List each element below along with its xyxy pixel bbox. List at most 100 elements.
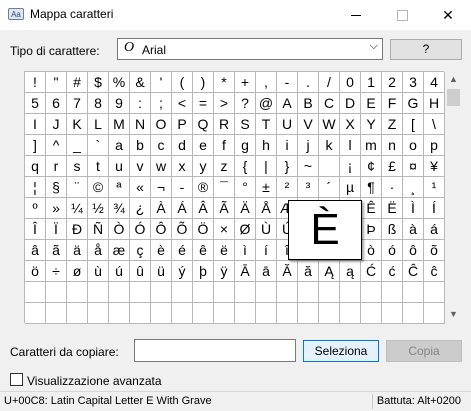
- char-cell[interactable]: U: [277, 114, 298, 135]
- char-cell[interactable]: \: [424, 114, 445, 135]
- char-cell[interactable]: ÷: [46, 261, 67, 282]
- char-cell[interactable]: ·: [382, 177, 403, 198]
- char-cell[interactable]: Ø: [235, 219, 256, 240]
- char-cell[interactable]: Þ: [361, 219, 382, 240]
- char-cell[interactable]: B: [298, 93, 319, 114]
- char-cell[interactable]: 1: [361, 72, 382, 93]
- char-cell[interactable]: ¹: [424, 177, 445, 198]
- char-cell[interactable]: @: [256, 93, 277, 114]
- char-cell[interactable]: ±: [256, 177, 277, 198]
- char-cell[interactable]: ¡: [340, 156, 361, 177]
- char-cell[interactable]: ²: [277, 177, 298, 198]
- char-cell[interactable]: Ã: [214, 198, 235, 219]
- char-cell[interactable]: ë: [214, 240, 235, 261]
- char-cell[interactable]: [256, 282, 277, 303]
- char-cell[interactable]: [361, 282, 382, 303]
- char-cell[interactable]: Ĉ: [403, 261, 424, 282]
- char-cell[interactable]: æ: [109, 240, 130, 261]
- char-cell[interactable]: ĉ: [424, 261, 445, 282]
- char-cell[interactable]: þ: [193, 261, 214, 282]
- char-cell[interactable]: W: [319, 114, 340, 135]
- char-cell[interactable]: -: [277, 72, 298, 93]
- char-cell[interactable]: u: [109, 156, 130, 177]
- char-cell[interactable]: [298, 303, 319, 324]
- char-cell[interactable]: ą: [340, 261, 361, 282]
- char-cell[interactable]: |: [256, 156, 277, 177]
- char-cell[interactable]: [403, 303, 424, 324]
- char-cell[interactable]: (: [172, 72, 193, 93]
- char-cell[interactable]: ×: [214, 219, 235, 240]
- char-cell[interactable]: Z: [382, 114, 403, 135]
- char-cell[interactable]: G: [403, 93, 424, 114]
- char-cell[interactable]: ê: [193, 240, 214, 261]
- char-cell[interactable]: [193, 282, 214, 303]
- char-cell[interactable]: L: [88, 114, 109, 135]
- char-cell[interactable]: [382, 282, 403, 303]
- char-cell[interactable]: [88, 303, 109, 324]
- char-cell[interactable]: ): [193, 72, 214, 93]
- char-cell[interactable]: Q: [193, 114, 214, 135]
- char-cell[interactable]: 8: [88, 93, 109, 114]
- char-cell[interactable]: ª: [109, 177, 130, 198]
- char-cell[interactable]: ~: [298, 156, 319, 177]
- char-cell[interactable]: [235, 282, 256, 303]
- char-cell[interactable]: j: [298, 135, 319, 156]
- char-cell[interactable]: Ì: [403, 198, 424, 219]
- char-cell[interactable]: :: [130, 93, 151, 114]
- char-cell[interactable]: *: [214, 72, 235, 93]
- char-cell[interactable]: á: [424, 219, 445, 240]
- char-cell[interactable]: _: [67, 135, 88, 156]
- char-cell[interactable]: ]: [25, 135, 46, 156]
- char-cell[interactable]: #: [67, 72, 88, 93]
- char-cell[interactable]: [46, 282, 67, 303]
- char-cell[interactable]: F: [382, 93, 403, 114]
- char-cell[interactable]: S: [235, 114, 256, 135]
- char-cell[interactable]: q: [25, 156, 46, 177]
- char-cell[interactable]: {: [235, 156, 256, 177]
- char-cell[interactable]: ă: [298, 261, 319, 282]
- char-cell[interactable]: s: [67, 156, 88, 177]
- char-cell[interactable]: 5: [25, 93, 46, 114]
- char-cell[interactable]: Ð: [67, 219, 88, 240]
- char-cell[interactable]: Ą: [319, 261, 340, 282]
- char-cell[interactable]: ¿: [130, 198, 151, 219]
- char-cell[interactable]: [277, 282, 298, 303]
- char-cell[interactable]: M: [109, 114, 130, 135]
- close-button[interactable]: ✕: [425, 0, 471, 30]
- char-cell[interactable]: ,: [256, 72, 277, 93]
- char-cell[interactable]: Ê: [361, 198, 382, 219]
- char-cell[interactable]: Ó: [130, 219, 151, 240]
- char-cell[interactable]: Á: [172, 198, 193, 219]
- char-cell[interactable]: ô: [403, 240, 424, 261]
- char-cell[interactable]: [319, 282, 340, 303]
- char-cell[interactable]: ¥: [424, 156, 445, 177]
- help-button[interactable]: ?: [390, 39, 462, 60]
- char-cell[interactable]: ý: [172, 261, 193, 282]
- char-cell[interactable]: è: [151, 240, 172, 261]
- char-cell[interactable]: ¯: [214, 177, 235, 198]
- char-cell[interactable]: ¸: [403, 177, 424, 198]
- char-cell[interactable]: J: [46, 114, 67, 135]
- char-cell[interactable]: [151, 303, 172, 324]
- char-cell[interactable]: ¦: [25, 177, 46, 198]
- char-cell[interactable]: [193, 303, 214, 324]
- char-cell[interactable]: »: [46, 198, 67, 219]
- char-cell[interactable]: ä: [67, 240, 88, 261]
- char-cell[interactable]: Å: [256, 198, 277, 219]
- char-cell[interactable]: ø: [67, 261, 88, 282]
- char-cell[interactable]: ¾: [109, 198, 130, 219]
- char-cell[interactable]: ;: [151, 93, 172, 114]
- char-cell[interactable]: y: [193, 156, 214, 177]
- char-cell[interactable]: `: [88, 135, 109, 156]
- minimize-button[interactable]: [333, 0, 379, 30]
- char-cell[interactable]: v: [130, 156, 151, 177]
- char-cell[interactable]: [340, 282, 361, 303]
- char-cell[interactable]: o: [403, 135, 424, 156]
- char-cell[interactable]: [277, 303, 298, 324]
- char-cell[interactable]: ÿ: [214, 261, 235, 282]
- char-cell[interactable]: a: [109, 135, 130, 156]
- char-cell[interactable]: ć: [382, 261, 403, 282]
- char-cell[interactable]: à: [403, 219, 424, 240]
- char-cell[interactable]: l: [340, 135, 361, 156]
- char-cell[interactable]: A: [277, 93, 298, 114]
